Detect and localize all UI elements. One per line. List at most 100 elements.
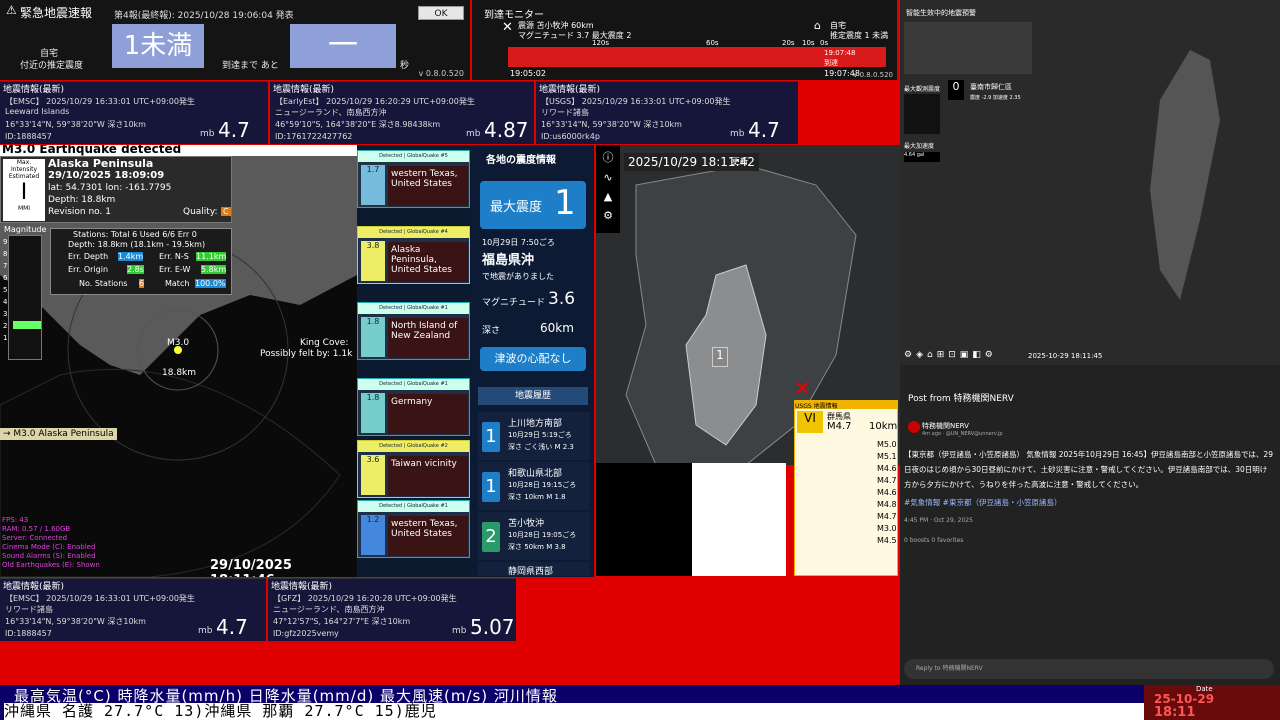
- info-icon[interactable]: ⓘ: [596, 149, 620, 165]
- avatar[interactable]: [908, 421, 920, 433]
- card-coords: 47°12'57"S, 164°27'7"E 深さ10km: [273, 617, 411, 626]
- depth-value: 60km: [540, 321, 574, 335]
- until-label: 到達まで あと: [222, 61, 279, 71]
- quake-list-item[interactable]: Detected | GlobalQuake #2 3.6 Taiwan vicin…: [357, 440, 470, 498]
- mag-type: mb: [466, 129, 481, 139]
- taiwan-eew: 智能生效中的地震預警 最大觀測震度 0 臺南市歸仁區 震度 -2.9 加速度 2…: [900, 0, 1280, 365]
- toolbar-icons[interactable]: ⚙◈⌂⊞⊡▣◧⚙: [904, 350, 997, 360]
- mag-value: 3.6: [548, 289, 576, 309]
- mag-label: マグニチュード: [482, 298, 546, 308]
- nied-map: [596, 463, 786, 576]
- gq-quality-label: Quality:: [183, 207, 218, 217]
- city-label: King Cove:: [300, 338, 349, 348]
- match-value: 100.0%: [195, 279, 226, 288]
- max-acc-value: 4.64 gal: [904, 152, 940, 162]
- detection-banner: M3.0 Earthquake detected: [0, 145, 357, 156]
- arrival-monitor: 到達モニター ✕ 震源 苫小牧沖 60km マグニチュード 3.7 最大震度 2…: [472, 0, 897, 80]
- post-body: 【東京都（伊豆諸島・小笠原諸島） 気象情報 2025年10月29日 16:45】…: [904, 450, 1273, 489]
- history-item[interactable]: 2 苫小牧沖 10月28日 19:05ごろ 深さ 50km M 3.8: [478, 512, 590, 560]
- epicenter-depth: 18.8km: [162, 368, 197, 378]
- tick-10s: 10s: [802, 39, 815, 47]
- date-value: 25-10-29: [1154, 692, 1215, 706]
- max-intensity-label: Max. Intensity Estimated: [8, 159, 40, 180]
- gq-region: Alaska Peninsula: [48, 157, 154, 170]
- post-boosts: 0 boosts 0 favorites: [904, 537, 964, 544]
- card-source: 【EMSC】 2025/10/29 16:33:01 UTC+09:00発生: [5, 594, 195, 603]
- arrival-label: 到達: [824, 59, 838, 67]
- nied-japan: [596, 463, 692, 576]
- card-region: リワード諸島: [5, 605, 53, 614]
- card-region: リワード諸島: [541, 108, 589, 117]
- card-coords: 16°33'14"N, 59°38'20"W 深さ10km: [5, 617, 146, 626]
- card-header: 地震情報(最新): [3, 582, 65, 592]
- quake-tag[interactable]: → M3.0 Alaska Peninsula: [0, 428, 117, 440]
- quake-info-card-gfz: 地震情報(最新) 【GFZ】 2025/10/29 16:20:28 UTC+0…: [268, 578, 516, 641]
- globalquake-map[interactable]: M3.0 Earthquake detected Max. Intensity …: [0, 145, 357, 577]
- warning-icon: ⚠: [6, 3, 17, 17]
- shindo-place: 福島県沖: [482, 253, 535, 268]
- history-item[interactable]: 1 上川地方南部 10月29日 5:19ごろ 深さ ごく浅い M 2.3: [478, 412, 590, 460]
- quake-list-item[interactable]: Detected | GlobalQuake #4 3.8 Alaska Penin…: [357, 226, 470, 284]
- post-time: 4:45 PM · Oct 29, 2025: [904, 517, 973, 524]
- quake-info-card-earlyest: 地震情報(最新) 【EarlyEst】 2025/10/29 16:20:29 …: [270, 81, 534, 144]
- taiwan-timestamp: 2025-10-29 18:11:45: [1028, 352, 1103, 360]
- graph-box: [904, 94, 940, 134]
- version: v 0.8.0.520: [418, 69, 464, 78]
- ok-button[interactable]: OK: [418, 6, 464, 20]
- history-item[interactable]: 静岡県西部: [478, 562, 590, 577]
- intensity-pin[interactable]: 1: [712, 347, 728, 367]
- usgs-title: USGS 地震情報: [795, 401, 897, 410]
- close-icon[interactable]: ✕: [502, 20, 513, 35]
- map-toolbar: ⓘ ∿ ▲ ⚙: [596, 145, 620, 233]
- weather-ticker: 最高気温(°C) 時降水量(mm/h) 日降水量(mm/d) 最大風速(m/s)…: [0, 685, 1280, 720]
- estimated-intensity: 1未満: [112, 24, 204, 68]
- gq-revision: Revision no. 1: [48, 207, 111, 217]
- debug-info: FPS: 43 RAM: 0.57 / 1.60GB Server: Conne…: [2, 516, 100, 569]
- magnitude-scale: 987654321: [3, 235, 42, 360]
- quake-list-item[interactable]: Detected | GlobalQuake #1 1.8 Germany: [357, 378, 470, 436]
- tsunami-status: 津波の心配なし: [480, 347, 586, 371]
- max-intensity-box: Max. Intensity Estimated I MMI: [3, 159, 45, 221]
- status-box: [904, 22, 1032, 74]
- tick-0s: 0s: [820, 39, 829, 47]
- magnitude: 4.87: [484, 118, 529, 142]
- warning-icon[interactable]: ▲: [596, 190, 620, 203]
- quake-list-item[interactable]: Detected | GlobalQuake #5 1.7 western Texa…: [357, 150, 470, 208]
- shindo-title: 各地の震度情報: [486, 155, 556, 166]
- home-intensity-label: 付近の推定震度: [20, 61, 84, 71]
- card-header: 地震情報(最新): [539, 85, 601, 95]
- err-origin: 2.8s: [127, 265, 144, 274]
- right-panel: 智能生效中的地震預警 最大觀測震度 0 臺南市歸仁區 震度 -2.9 加速度 2…: [900, 0, 1280, 685]
- stations-line: Stations: Total 6 Used 6/6 Err 0: [73, 230, 197, 239]
- usgs-mag: M4.7: [827, 421, 852, 432]
- close-icon[interactable]: ✕: [794, 376, 811, 400]
- reply-input[interactable]: Reply to 特務機関NERV: [904, 659, 1274, 679]
- usgs-list: M5.0 M5.1 M4.6 M4.7 M4.6 M4.8 M4.7 M3.0 M4.5: [877, 440, 897, 545]
- shindo-note: で地震がありました: [482, 272, 554, 281]
- mag-type: mb: [452, 626, 467, 636]
- date-clock: Date 25-10-29 18:11: [1144, 685, 1280, 720]
- gear-icon[interactable]: ⚙: [596, 209, 620, 222]
- history-item[interactable]: 1 和歌山県北部 10月28日 19:15ごろ 深さ 10km M 1.8: [478, 462, 590, 510]
- card-source: 【GFZ】 2025/10/29 16:20:28 UTC+09:00発生: [273, 594, 457, 603]
- post-user: 特務機関NERV: [922, 422, 969, 430]
- station-city: 臺南市歸仁區: [970, 83, 1012, 91]
- card-id: ID:gfz2025vemy: [273, 629, 339, 638]
- err-ew-label: Err. E-W: [159, 265, 191, 274]
- arrival-time: 19:07:48: [824, 49, 856, 57]
- max-obs-value: 0: [948, 80, 964, 100]
- seconds-label: 秒: [400, 61, 410, 71]
- depth-line: Depth: 18.8km (18.1km - 19.5km): [68, 240, 206, 249]
- err-ns-label: Err. N-S: [159, 252, 189, 261]
- wave-icon[interactable]: ∿: [596, 171, 620, 184]
- eew-title: 緊急地震速報: [20, 6, 93, 20]
- clock-value: 18:11: [1154, 705, 1196, 720]
- eew-panel: ⚠ 緊急地震速報 第4報(最終報): 2025/10/28 19:06:04 発…: [0, 0, 470, 80]
- quake-list-item[interactable]: Detected | GlobalQuake #1 1.2 western Texa…: [357, 500, 470, 558]
- card-id: ID:us6000rk4p: [541, 132, 600, 141]
- max-acc-label: 最大加速度: [904, 143, 935, 150]
- quake-list-item[interactable]: Detected | GlobalQuake #1 1.8 North Island…: [357, 302, 470, 360]
- update-label: 更新: [732, 157, 748, 166]
- max-value: 1: [554, 183, 576, 223]
- post-tags[interactable]: #気象情報 #東京都（伊豆諸島・小笠原諸島）: [904, 497, 1061, 508]
